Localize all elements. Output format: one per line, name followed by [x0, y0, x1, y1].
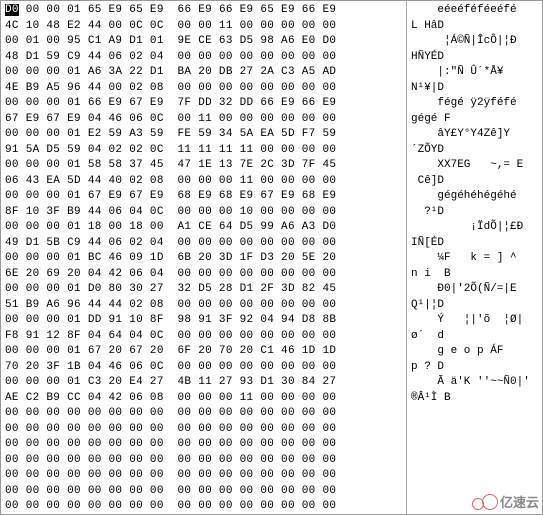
- hex-row[interactable]: 49 D1 5B C9 44 06 02 04 00 00 00 00 00 0…: [5, 236, 402, 252]
- hex-row[interactable]: 00 00 00 00 00 00 00 00 00 00 00 00 00 0…: [5, 484, 402, 500]
- hex-row[interactable]: 00 00 00 01 58 58 37 45 47 1E 13 7E 2C 3…: [5, 158, 402, 174]
- ascii-row[interactable]: [411, 406, 538, 422]
- ascii-row[interactable]: [411, 437, 538, 453]
- hex-row[interactable]: 00 00 00 01 E2 59 A3 59 FE 59 34 5A EA 5…: [5, 127, 402, 143]
- hex-row[interactable]: 00 00 00 01 67 E9 67 E9 68 E9 68 E9 67 E…: [5, 189, 402, 205]
- ascii-row[interactable]: Ð0|'2Õ(Ñ/=|E: [411, 282, 538, 298]
- ascii-row[interactable]: Q¹|¦D: [411, 298, 538, 314]
- hex-row[interactable]: 00 00 00 01 66 E9 67 E9 7F DD 32 DD 66 E…: [5, 96, 402, 112]
- ascii-row[interactable]: p ? D: [411, 360, 538, 376]
- hex-row[interactable]: 00 01 00 95 C1 A9 D1 01 9E CE 63 D5 98 A…: [5, 34, 402, 50]
- hex-row[interactable]: 00 00 00 01 67 20 67 20 6F 20 70 20 C1 4…: [5, 344, 402, 360]
- ascii-row[interactable]: Ý ¦|'õ ¦Ø|: [411, 313, 538, 329]
- hex-pane[interactable]: D0 00 00 01 65 E9 65 E9 66 E9 66 E9 65 E…: [1, 1, 407, 514]
- ascii-row[interactable]: gégéhéhégéhé: [411, 189, 538, 205]
- hex-row[interactable]: 48 D1 59 C9 44 06 02 04 00 00 00 00 00 0…: [5, 50, 402, 66]
- hex-row[interactable]: 51 B9 A6 96 44 44 02 08 00 00 00 00 00 0…: [5, 298, 402, 314]
- ascii-row[interactable]: ¡ÏdÕ|¦£Ð: [411, 220, 538, 236]
- hex-row[interactable]: 00 00 00 00 00 00 00 00 00 00 00 00 00 0…: [5, 437, 402, 453]
- hex-row[interactable]: 70 20 3F 1B 04 46 06 0C 00 00 00 00 00 0…: [5, 360, 402, 376]
- hex-row[interactable]: 8F 10 3F B9 44 06 04 0C 00 00 00 10 00 0…: [5, 205, 402, 221]
- hex-row[interactable]: 6E 20 69 20 04 42 06 04 00 00 00 00 00 0…: [5, 267, 402, 283]
- hex-row[interactable]: 00 00 00 01 18 00 18 00 A1 CE 64 D5 99 A…: [5, 220, 402, 236]
- ascii-row[interactable]: fégé ÿ2ÿféfé: [411, 96, 538, 112]
- ascii-row[interactable]: g e o p ÁF: [411, 344, 538, 360]
- hex-row[interactable]: 06 43 EA 5D 44 40 02 08 00 00 00 11 00 0…: [5, 174, 402, 190]
- ascii-row[interactable]: gégé F: [411, 112, 538, 128]
- ascii-row[interactable]: |:"Ñ Û´*Å¥­: [411, 65, 538, 81]
- hex-row[interactable]: F8 91 12 8F 04 64 04 0C 00 00 00 00 00 0…: [5, 329, 402, 345]
- hex-row[interactable]: 00 00 00 01 D0 80 30 27 32 D5 28 D1 2F 3…: [5, 282, 402, 298]
- ascii-row[interactable]: âY£Y°Y4Zê]­Y: [411, 127, 538, 143]
- ascii-row[interactable]: ®Â¹Ì B: [411, 391, 538, 407]
- ascii-row[interactable]: Cê]D: [411, 174, 538, 190]
- hex-row[interactable]: 00 00 00 00 00 00 00 00 00 00 00 00 00 0…: [5, 406, 402, 422]
- selected-byte[interactable]: D0: [5, 4, 19, 16]
- hex-row[interactable]: 00 00 00 00 00 00 00 00 00 00 00 00 00 0…: [5, 468, 402, 484]
- ascii-row[interactable]: [411, 453, 538, 469]
- hex-row[interactable]: 00 00 00 01 BC 46 09 1D 6B 20 3D 1F D3 2…: [5, 251, 402, 267]
- hex-viewer: D0 00 00 01 65 E9 65 E9 66 E9 66 E9 65 E…: [0, 0, 543, 515]
- ascii-row[interactable]: ¦Á©Ñ|ÎcÔ|¦Ð: [411, 34, 538, 50]
- ascii-row[interactable]: IÑ[ÉD: [411, 236, 538, 252]
- hex-row[interactable]: 00 00 00 01 C3 20 E4 27 4B 11 27 93 D1 3…: [5, 375, 402, 391]
- hex-row[interactable]: 00 00 00 01 A6 3A 22 D1 BA 20 DB 27 2A C…: [5, 65, 402, 81]
- hex-row[interactable]: 4E B9 A5 96 44 00 02 08 00 00 00 00 00 0…: [5, 81, 402, 97]
- ascii-row[interactable]: ´ZÕYD: [411, 143, 538, 159]
- hex-row[interactable]: 00 00 00 01 DD 91 10 8F 98 91 3F 92 04 9…: [5, 313, 402, 329]
- hex-row[interactable]: AE C2 B9 CC 04 42 06 08 00 00 00 11 00 0…: [5, 391, 402, 407]
- ascii-row[interactable]: eéeéféféeéfé: [411, 3, 538, 19]
- hex-row[interactable]: 00 00 00 00 00 00 00 00 00 00 00 00 00 0…: [5, 422, 402, 438]
- hex-row[interactable]: 00 00 00 00 00 00 00 00 00 00 00 00 00 0…: [5, 499, 402, 514]
- hex-row[interactable]: 67 E9 67 E9 04 46 06 0C 00 11 00 00 00 0…: [5, 112, 402, 128]
- ascii-row[interactable]: HÑYÉD: [411, 50, 538, 66]
- ascii-row[interactable]: n i B: [411, 267, 538, 283]
- ascii-row[interactable]: [411, 499, 538, 514]
- ascii-pane[interactable]: eéeéféféeéféL HâD ¦Á©Ñ|ÎcÔ|¦ÐHÑYÉD |:"Ñ …: [407, 1, 542, 514]
- hex-row[interactable]: 00 00 00 00 00 00 00 00 00 00 00 00 00 0…: [5, 453, 402, 469]
- ascii-row[interactable]: Ã ä'K ''~~Ñ0|': [411, 375, 538, 391]
- ascii-row[interactable]: N¹¥|D: [411, 81, 538, 97]
- hex-row[interactable]: 4C 10 48 E2 44 00 0C 0C 00 00 11 00 00 0…: [5, 19, 402, 35]
- hex-row[interactable]: 91 5A D5 59 04 02 02 0C 11 11 11 11 00 0…: [5, 143, 402, 159]
- ascii-row[interactable]: ?¹D: [411, 205, 538, 221]
- ascii-row[interactable]: ø´ d: [411, 329, 538, 345]
- hex-row[interactable]: D0 00 00 01 65 E9 65 E9 66 E9 66 E9 65 E…: [5, 3, 402, 19]
- ascii-row[interactable]: L HâD: [411, 19, 538, 35]
- ascii-row[interactable]: XX7EG ~,= E: [411, 158, 538, 174]
- ascii-row[interactable]: [411, 484, 538, 500]
- ascii-row[interactable]: ¼F k = ] ^: [411, 251, 538, 267]
- ascii-row[interactable]: [411, 468, 538, 484]
- ascii-row[interactable]: [411, 422, 538, 438]
